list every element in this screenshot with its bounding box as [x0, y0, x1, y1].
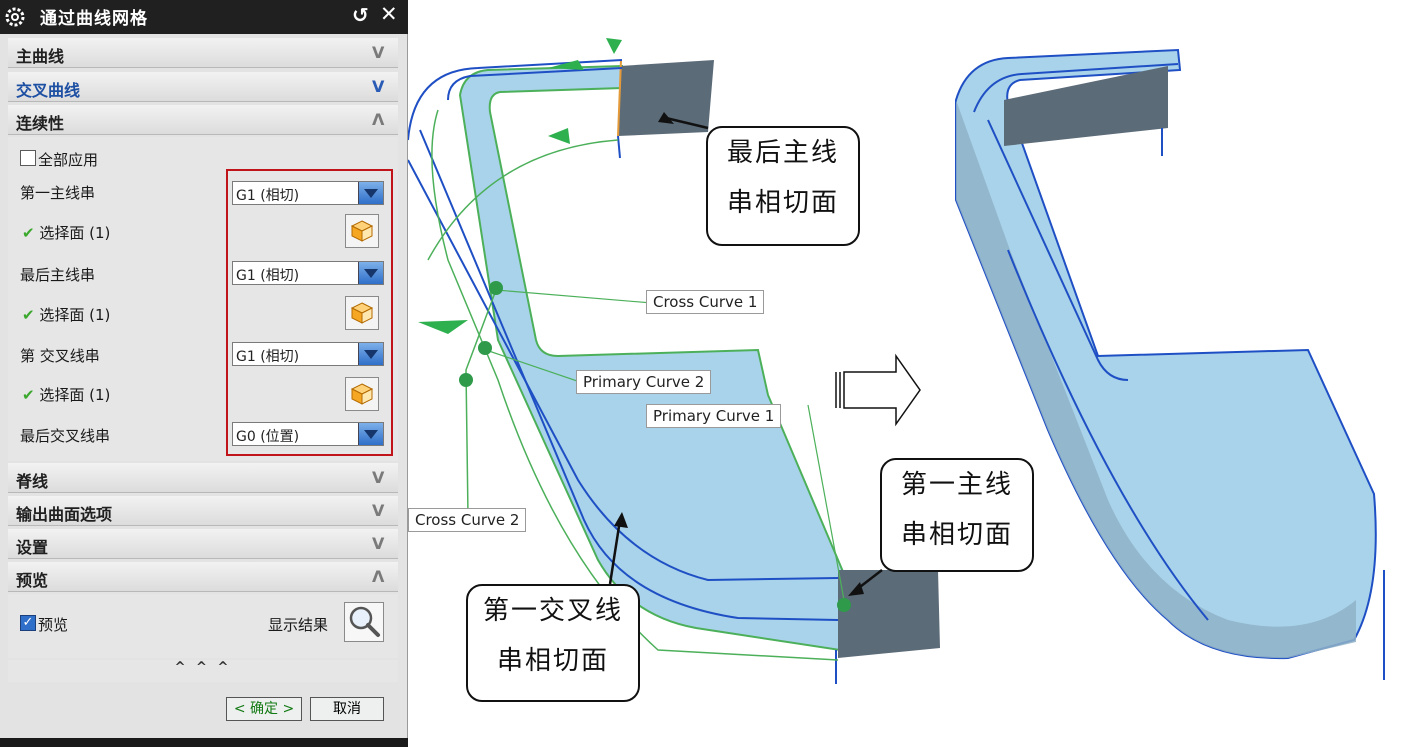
vector-arrow-icon — [606, 38, 622, 54]
last-primary-continuity-select[interactable]: G1 (相切) — [232, 261, 384, 285]
dropdown-arrow-icon[interactable] — [358, 343, 383, 365]
apply-all-label: 全部应用 — [38, 151, 99, 169]
callout-last-primary: 最后主线 串相切面 — [706, 126, 860, 246]
check-icon: ✔ — [22, 306, 35, 324]
section-label: 连续性 — [16, 114, 65, 133]
section-label: 预览 — [16, 571, 49, 590]
select-face-status: ✔ 选择面 (1) — [22, 386, 111, 404]
cancel-button[interactable]: 取消 — [310, 697, 384, 721]
chevron-down-icon[interactable]: V — [372, 43, 384, 62]
magnifier-icon — [349, 606, 380, 637]
first-primary-face — [838, 570, 940, 658]
primary-curve-2-label: Primary Curve 2 — [576, 370, 712, 394]
chevron-down-icon[interactable]: V — [372, 501, 384, 520]
select-face-button[interactable] — [345, 214, 379, 248]
section-cross-curves[interactable]: 交叉曲线 V — [8, 72, 398, 102]
chevron-down-icon[interactable]: V — [372, 77, 384, 96]
marker-icon[interactable] — [489, 281, 503, 295]
select-face-button[interactable] — [345, 377, 379, 411]
dropdown-arrow-icon[interactable] — [358, 262, 383, 284]
dialog-title: 通过曲线网格 — [40, 9, 148, 29]
section-label: 脊线 — [16, 472, 49, 491]
curve-mesh-dialog: 通过曲线网格 ↺ ✕ 主曲线 V 交叉曲线 V 连续性 Λ 全部应用 第一主线串… — [0, 0, 408, 747]
section-spine[interactable]: 脊线 V — [8, 463, 398, 493]
show-result-button[interactable] — [344, 602, 384, 642]
marker-icon[interactable] — [837, 598, 851, 612]
gear-icon[interactable] — [4, 6, 26, 28]
select-value: G1 (相切) — [236, 268, 300, 284]
dropdown-arrow-icon[interactable] — [358, 182, 383, 204]
select-face-status: ✔ 选择面 (1) — [22, 306, 111, 324]
select-value: G1 (相切) — [236, 188, 300, 204]
section-label: 设置 — [16, 538, 49, 557]
section-output-surface-options[interactable]: 输出曲面选项 V — [8, 496, 398, 526]
marker-icon[interactable] — [478, 341, 492, 355]
section-label: 输出曲面选项 — [16, 505, 113, 524]
select-face-button[interactable] — [345, 296, 379, 330]
first-cross-continuity-select[interactable]: G1 (相切) — [232, 342, 384, 366]
last-primary-label: 最后主线串 — [20, 266, 96, 284]
first-primary-label: 第一主线串 — [20, 184, 96, 202]
marker-icon[interactable] — [459, 373, 473, 387]
expand-more-button[interactable]: ^ ^ ^ — [8, 660, 398, 682]
chevron-down-icon[interactable]: V — [372, 534, 384, 553]
dialog-titlebar: 通过曲线网格 ↺ ✕ — [0, 0, 408, 34]
ok-button[interactable]: < 确定 > — [226, 697, 302, 721]
first-primary-continuity-select[interactable]: G1 (相切) — [232, 181, 384, 205]
section-preview[interactable]: 预览 Λ — [8, 562, 398, 592]
section-continuity[interactable]: 连续性 Λ — [8, 105, 398, 135]
select-value: G0 (位置) — [236, 429, 300, 445]
show-result-label: 显示结果 — [268, 616, 329, 634]
section-label: 主曲线 — [16, 47, 65, 66]
dialog-bottom-bar — [0, 738, 408, 747]
check-icon: ✔ — [22, 224, 35, 242]
reset-icon[interactable]: ↺ — [352, 3, 369, 27]
last-cross-label: 最后交叉线串 — [20, 427, 111, 445]
callout-first-primary: 第一主线 串相切面 — [880, 458, 1034, 572]
primary-curve-1-label: Primary Curve 1 — [646, 404, 782, 428]
select-face-status: ✔ 选择面 (1) — [22, 224, 111, 242]
dropdown-arrow-icon[interactable] — [358, 423, 383, 445]
cross-curve-2-label: Cross Curve 2 — [408, 508, 527, 532]
chevron-up-icon[interactable]: Λ — [372, 567, 384, 586]
last-cross-continuity-select[interactable]: G0 (位置) — [232, 422, 384, 446]
preview-checkbox[interactable]: ✓ — [20, 615, 36, 631]
preview-label: 预览 — [38, 616, 69, 634]
cross-curve-1-label: Cross Curve 1 — [646, 290, 765, 314]
chevron-down-icon[interactable]: V — [372, 468, 384, 487]
close-icon[interactable]: ✕ — [380, 2, 398, 26]
check-icon: ✔ — [22, 386, 35, 404]
vector-arrow-icon — [418, 320, 468, 334]
hollow-right-arrow — [835, 353, 921, 427]
section-primary-curves[interactable]: 主曲线 V — [8, 38, 398, 68]
section-label: 交叉曲线 — [16, 81, 81, 100]
section-settings[interactable]: 设置 V — [8, 529, 398, 559]
select-value: G1 (相切) — [236, 349, 300, 365]
first-cross-label: 第 交叉线串 — [20, 347, 100, 365]
apply-all-checkbox[interactable] — [20, 150, 36, 166]
cube-face-icon — [350, 220, 374, 242]
cube-face-icon — [350, 383, 374, 405]
chevron-up-icon[interactable]: Λ — [372, 110, 384, 129]
cube-face-icon — [350, 302, 374, 324]
vector-arrow-icon — [548, 128, 570, 144]
last-primary-face — [618, 60, 714, 136]
callout-first-cross: 第一交叉线 串相切面 — [466, 584, 640, 702]
